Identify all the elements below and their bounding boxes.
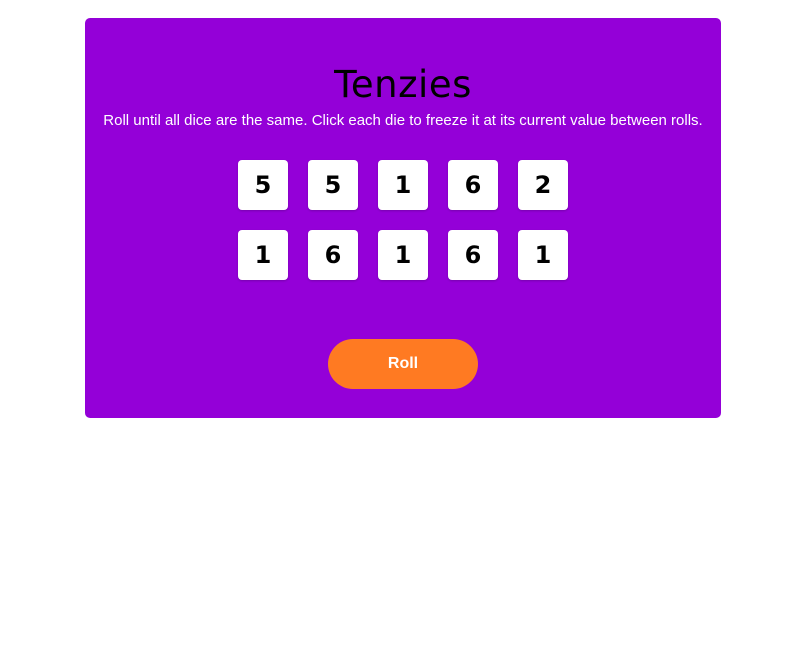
die-value: 2 [534, 171, 552, 199]
die-value: 1 [394, 171, 412, 199]
roll-button[interactable]: Roll [328, 339, 478, 389]
die[interactable]: 6 [448, 230, 498, 280]
die-value: 1 [394, 241, 412, 269]
die[interactable]: 5 [238, 160, 288, 210]
die[interactable]: 2 [518, 160, 568, 210]
game-card: Tenzies Roll until all dice are the same… [85, 18, 721, 418]
die-value: 5 [254, 171, 272, 199]
die[interactable]: 5 [308, 160, 358, 210]
die[interactable]: 1 [378, 230, 428, 280]
die-value: 1 [534, 241, 552, 269]
die-value: 1 [254, 241, 272, 269]
die-value: 6 [324, 241, 342, 269]
die[interactable]: 6 [448, 160, 498, 210]
die[interactable]: 1 [518, 230, 568, 280]
die-value: 6 [464, 171, 482, 199]
game-title: Tenzies [334, 63, 472, 106]
dice-grid: 5 5 1 6 2 1 6 1 6 1 [238, 160, 568, 280]
die[interactable]: 6 [308, 230, 358, 280]
die[interactable]: 1 [238, 230, 288, 280]
page: Tenzies Roll until all dice are the same… [0, 0, 798, 646]
die-value: 5 [324, 171, 342, 199]
die-value: 6 [464, 241, 482, 269]
die[interactable]: 1 [378, 160, 428, 210]
game-instructions: Roll until all dice are the same. Click … [103, 112, 703, 129]
